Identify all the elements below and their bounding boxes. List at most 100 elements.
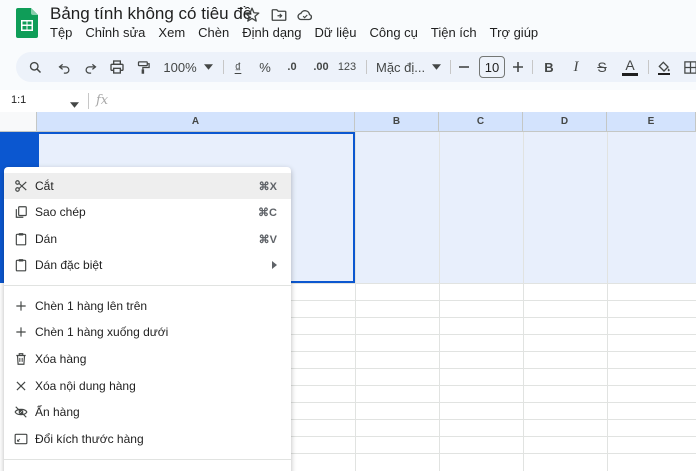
increase-decimal-button[interactable]: .00 (309, 52, 333, 82)
chevron-down-icon[interactable] (70, 95, 80, 108)
paste-special-icon (14, 258, 28, 272)
menu-item-label: Sao chép (35, 205, 86, 219)
toolbar: 100% ₫ % .0 .00 123 Mặc đị... 10 B I S A (16, 52, 696, 82)
trash-icon (14, 352, 28, 366)
menu-tools[interactable]: Công cụ (369, 25, 417, 43)
row-gridline (290, 317, 696, 318)
menu-item-shortcut: ⌘V (258, 234, 277, 246)
menu-item-label: Chèn 1 hàng lên trên (35, 299, 148, 313)
name-box[interactable]: 1:1 (11, 94, 26, 106)
decrease-font-size-icon[interactable] (456, 52, 472, 82)
column-header-a[interactable]: A (37, 112, 355, 132)
row-gridline (290, 334, 696, 335)
column-header-e[interactable]: E (607, 112, 696, 132)
row-gridline (290, 436, 696, 437)
strikethrough-button[interactable]: S (593, 52, 611, 82)
paste-icon (14, 232, 28, 246)
resize-icon (14, 432, 28, 446)
toolbar-divider (648, 60, 649, 74)
column-gridline (523, 132, 524, 471)
menu-divider (4, 459, 291, 460)
select-all-corner[interactable] (0, 112, 37, 132)
percent-format-button[interactable]: % (256, 52, 274, 82)
row-gridline (290, 453, 696, 454)
number-format-button[interactable]: 123 (336, 52, 358, 82)
font-family-select[interactable]: Mặc đị... (376, 52, 434, 82)
toolbar-divider (366, 60, 367, 74)
menu-divider (4, 285, 291, 286)
zoom-select[interactable]: 100% (160, 52, 200, 82)
font-size-input[interactable]: 10 (479, 56, 505, 78)
menu-item-label: Chèn 1 hàng xuống dưới (35, 325, 169, 339)
menubar: Tệp Chỉnh sửa Xem Chèn Định dạng Dữ liệu… (50, 25, 551, 43)
chevron-down-icon[interactable] (430, 52, 442, 82)
eye-off-icon (14, 405, 28, 419)
menu-item-label: Đổi kích thước hàng (35, 432, 144, 446)
menu-view[interactable]: Xem (158, 25, 185, 43)
menu-file[interactable]: Tệp (50, 25, 72, 43)
fill-color-icon[interactable] (654, 52, 674, 82)
menu-item-resize-row[interactable]: Đổi kích thước hàng (4, 426, 291, 452)
print-icon[interactable] (106, 52, 128, 82)
menu-item-shortcut: ⌘C (258, 207, 277, 219)
borders-icon[interactable] (680, 52, 696, 82)
function-icon: fx (96, 93, 109, 108)
menu-extensions[interactable]: Tiện ích (431, 25, 477, 43)
sheets-logo-icon[interactable] (16, 8, 38, 38)
spreadsheet-app: Bảng tính không có tiêu đề Tệp Chỉnh sửa… (0, 0, 696, 471)
paint-format-icon[interactable] (133, 52, 153, 82)
menu-help[interactable]: Trợ giúp (490, 25, 539, 43)
column-gridline (607, 132, 608, 471)
row-gridline (290, 385, 696, 386)
cloud-saved-icon[interactable] (296, 6, 314, 24)
menu-item-delete-row[interactable]: Xóa hàng (4, 346, 291, 372)
toolbar-divider (450, 60, 451, 74)
copy-icon (14, 205, 28, 219)
close-icon (14, 379, 28, 393)
increase-font-size-icon[interactable] (510, 52, 526, 82)
column-gridline (439, 132, 440, 471)
menu-item-paste-special[interactable]: Dán đặc biệt (4, 252, 291, 278)
menu-data[interactable]: Dữ liệu (315, 25, 357, 43)
column-header-c[interactable]: C (439, 112, 523, 132)
redo-icon[interactable] (80, 52, 100, 82)
menu-format[interactable]: Định dạng (242, 25, 301, 43)
currency-format-button[interactable]: ₫ (230, 52, 246, 82)
menu-item-label: Dán (35, 232, 58, 246)
toolbar-divider (223, 60, 224, 74)
column-header-d[interactable]: D (523, 112, 607, 132)
menu-item-clear-row[interactable]: Xóa nội dung hàng (4, 373, 291, 399)
menu-item-label: Dán đặc biệt (35, 258, 103, 272)
row-gridline (290, 368, 696, 369)
menu-item-insert-row-below[interactable]: Chèn 1 hàng xuống dưới (4, 319, 291, 345)
toolbar-divider (532, 60, 533, 74)
bold-button[interactable]: B (540, 52, 558, 82)
row-gridline (290, 402, 696, 403)
menu-item-insert-row-above[interactable]: Chèn 1 hàng lên trên (4, 293, 291, 319)
row-gridline (290, 419, 696, 420)
italic-button[interactable]: I (567, 52, 585, 82)
scissors-icon (14, 179, 28, 193)
text-color-swatch (622, 73, 638, 76)
menu-item-paste[interactable]: Dán ⌘V (4, 226, 291, 252)
submenu-arrow-icon (272, 261, 277, 269)
decrease-decimal-button[interactable]: .0 (282, 52, 302, 82)
row-context-menu: Cắt ⌘X Sao chép ⌘C Dán ⌘V Dán đặc biệt C… (4, 167, 291, 471)
column-gridline (355, 132, 356, 471)
document-title[interactable]: Bảng tính không có tiêu đề (50, 4, 252, 24)
column-header-b[interactable]: B (355, 112, 439, 132)
chevron-down-icon[interactable] (202, 52, 214, 82)
search-menus-icon[interactable] (25, 52, 45, 82)
menu-item-cut[interactable]: Cắt ⌘X (4, 173, 291, 199)
undo-icon[interactable] (54, 52, 74, 82)
menu-item-label: Ẩn hàng (35, 405, 80, 419)
row-gridline (290, 300, 696, 301)
text-color-button[interactable]: A (619, 52, 641, 82)
star-icon[interactable] (243, 6, 261, 24)
formula-divider (88, 93, 89, 109)
menu-item-copy[interactable]: Sao chép ⌘C (4, 199, 291, 225)
menu-insert[interactable]: Chèn (198, 25, 229, 43)
move-to-folder-icon[interactable] (270, 6, 288, 24)
menu-edit[interactable]: Chỉnh sửa (85, 25, 145, 43)
menu-item-hide-row[interactable]: Ẩn hàng (4, 399, 291, 425)
